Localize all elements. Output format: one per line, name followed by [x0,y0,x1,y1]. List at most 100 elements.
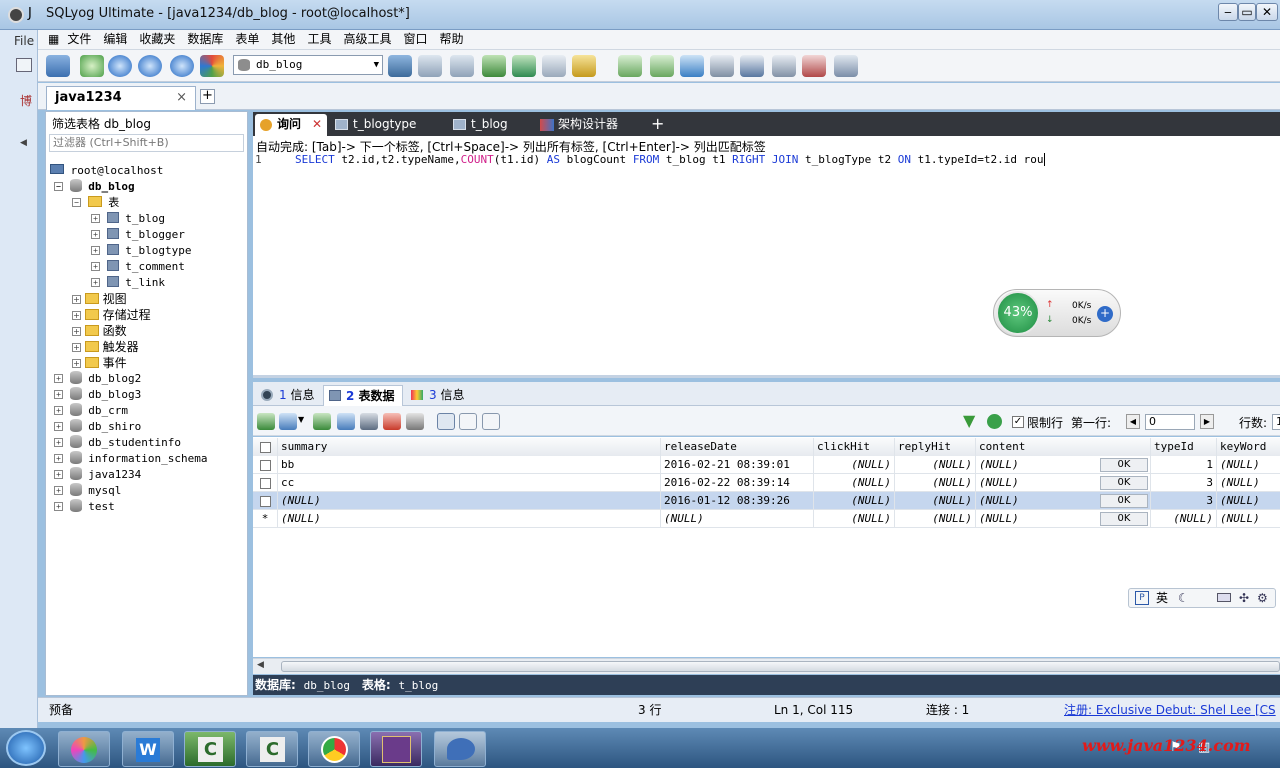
menu-window[interactable]: 窗口 [397,30,433,49]
cancel-icon[interactable] [406,413,424,430]
column-header[interactable]: releaseDate [661,438,814,456]
execute-all-icon[interactable] [138,55,162,77]
cell-content[interactable]: (NULL) 0K [976,492,1151,510]
expand-icon[interactable]: + [72,343,81,352]
start-button[interactable] [6,730,46,766]
text-view-icon[interactable] [482,413,500,430]
cell-keyword[interactable]: (NULL) [1217,492,1280,510]
tree-table-t-link[interactable]: + t_link [91,275,165,291]
registration-link[interactable]: 注册: Exclusive Debut: Shel Lee [CS [1064,698,1280,722]
taskbar-app-camtasia-2[interactable]: C [246,731,298,767]
cell-release-date[interactable]: 2016-02-21 08:39:01 [661,456,814,474]
column-header[interactable]: replyHit [895,438,976,456]
cell-content[interactable]: (NULL) 0K [976,510,1151,528]
chevron-down-icon[interactable]: ▼ [298,415,304,424]
tree-db-test[interactable]: + test [54,499,115,515]
new-connection-icon[interactable] [46,55,70,77]
table-data-icon[interactable] [542,55,566,77]
menu-file[interactable]: 文件 [61,30,97,49]
cell-click-hit[interactable]: (NULL) [814,456,895,474]
expand-icon[interactable]: + [54,470,63,479]
backup-icon[interactable] [482,55,506,77]
collapse-icon[interactable]: − [54,182,63,191]
scroll-left-arrow-icon[interactable]: ◀ [257,660,264,670]
taskbar-app-chrome[interactable] [308,731,360,767]
cell-click-hit[interactable]: (NULL) [814,492,895,510]
cell-reply-hit[interactable]: (NULL) [895,456,976,474]
cell-click-hit[interactable]: (NULL) [814,510,895,528]
tree-db-java1234[interactable]: + java1234 [54,467,141,483]
taskbar-app-sqlyog[interactable] [434,731,486,767]
grid-view-icon[interactable] [437,413,455,430]
menu-advanced-tools[interactable]: 高级工具 [337,30,397,49]
tree-folder-procedures[interactable]: + 存储过程 [72,307,151,323]
taskbar-app-photos[interactable] [58,731,110,767]
expand-icon[interactable]: + [91,246,100,255]
cell-type-id[interactable]: 3 [1151,474,1217,492]
column-header[interactable]: summary [278,438,661,456]
row-checkbox[interactable] [260,460,271,471]
minimize-button[interactable]: ‒ [1218,3,1238,21]
add-tab-button[interactable]: + [651,115,664,133]
menu-others[interactable]: 其他 [265,30,301,49]
network-speed-widget[interactable]: 43% ↑ 0K/s ↓ 0K/s + [993,289,1121,337]
table-row[interactable]: cc 2016-02-22 08:39:14 (NULL) (NULL) (NU… [253,474,1280,492]
cell-release-date[interactable]: 2016-01-12 08:39:26 [661,492,814,510]
settings-icon[interactable]: ✣ [1239,589,1249,607]
execute-edit-icon[interactable] [170,55,194,77]
tree-db-blog3[interactable]: + db_blog3 [54,387,141,403]
horizontal-scrollbar[interactable]: ◀ [253,658,1280,674]
cell-summary[interactable]: bb [278,456,661,474]
add-connection-button[interactable]: + [200,89,215,104]
tab-messages-1[interactable]: 1 信息 [257,385,314,406]
filter-icon[interactable]: ▼ [963,411,975,430]
expand-icon[interactable]: + [54,422,63,431]
expand-icon[interactable]: + [72,311,81,320]
taskbar-app-camtasia-1[interactable]: C [184,731,236,767]
add-row-icon[interactable] [313,413,331,430]
menu-favorites[interactable]: 收藏夹 [133,30,181,49]
designer-icon[interactable] [834,55,858,77]
schema-icon[interactable] [572,55,596,77]
previous-page-button[interactable]: ◀ [1126,414,1140,429]
refresh-object-icon[interactable] [388,55,412,77]
tree-db-shiro[interactable]: + db_shiro [54,419,141,435]
scroll-thumb[interactable] [281,661,1280,672]
form-view-icon[interactable] [459,413,477,430]
row-checkbox[interactable] [260,496,271,507]
cell-reply-hit[interactable]: (NULL) [895,474,976,492]
tree-db-blog[interactable]: − db_blog [54,179,135,195]
ok-button[interactable]: 0K [1100,494,1148,508]
tree-tables-folder[interactable]: − 表 [72,195,119,211]
duplicate-row-icon[interactable] [337,413,355,430]
save-icon[interactable] [360,413,378,430]
cell-release-date[interactable]: 2016-02-22 08:39:14 [661,474,814,492]
tab-query[interactable]: 询问 ✕ [255,114,327,136]
cell-reply-hit[interactable]: (NULL) [895,492,976,510]
stop-query-icon[interactable] [200,55,224,77]
tree-table-t-comment[interactable]: + t_comment [91,259,185,275]
cell-keyword[interactable]: (NULL) [1217,474,1280,492]
create-database-icon[interactable] [418,55,442,77]
cell-summary[interactable]: (NULL) [278,492,661,510]
refresh-icon[interactable] [987,414,1002,429]
filter-input[interactable]: 过滤器 (Ctrl+Shift+B) [49,134,244,152]
column-header[interactable]: clickHit [814,438,895,456]
taskbar-app-word[interactable]: W [122,731,174,767]
expand-icon[interactable]: + [54,438,63,447]
execute-query-icon[interactable] [108,55,132,77]
cell-content[interactable]: (NULL) 0K [976,474,1151,492]
cell-release-date[interactable]: (NULL) [661,510,814,528]
menu-tools[interactable]: 工具 [301,30,337,49]
collapse-icon[interactable]: − [72,198,81,207]
menu-help[interactable]: 帮助 [433,30,469,49]
connection-tab[interactable]: java1234 × [46,86,196,110]
ok-button[interactable]: 0K [1100,476,1148,490]
close-icon[interactable]: × [176,87,187,109]
monitor-icon[interactable] [772,55,796,77]
table-row-new[interactable]: * (NULL) (NULL) (NULL) (NULL) (NULL) 0K (… [253,510,1280,528]
expand-icon[interactable]: + [72,359,81,368]
sql-editor[interactable]: 自动完成: [Tab]-> 下一个标签, [Ctrl+Space]-> 列出所有… [253,136,1280,378]
select-all-checkbox[interactable] [260,442,271,453]
taskbar-app-eclipse[interactable] [370,731,422,767]
